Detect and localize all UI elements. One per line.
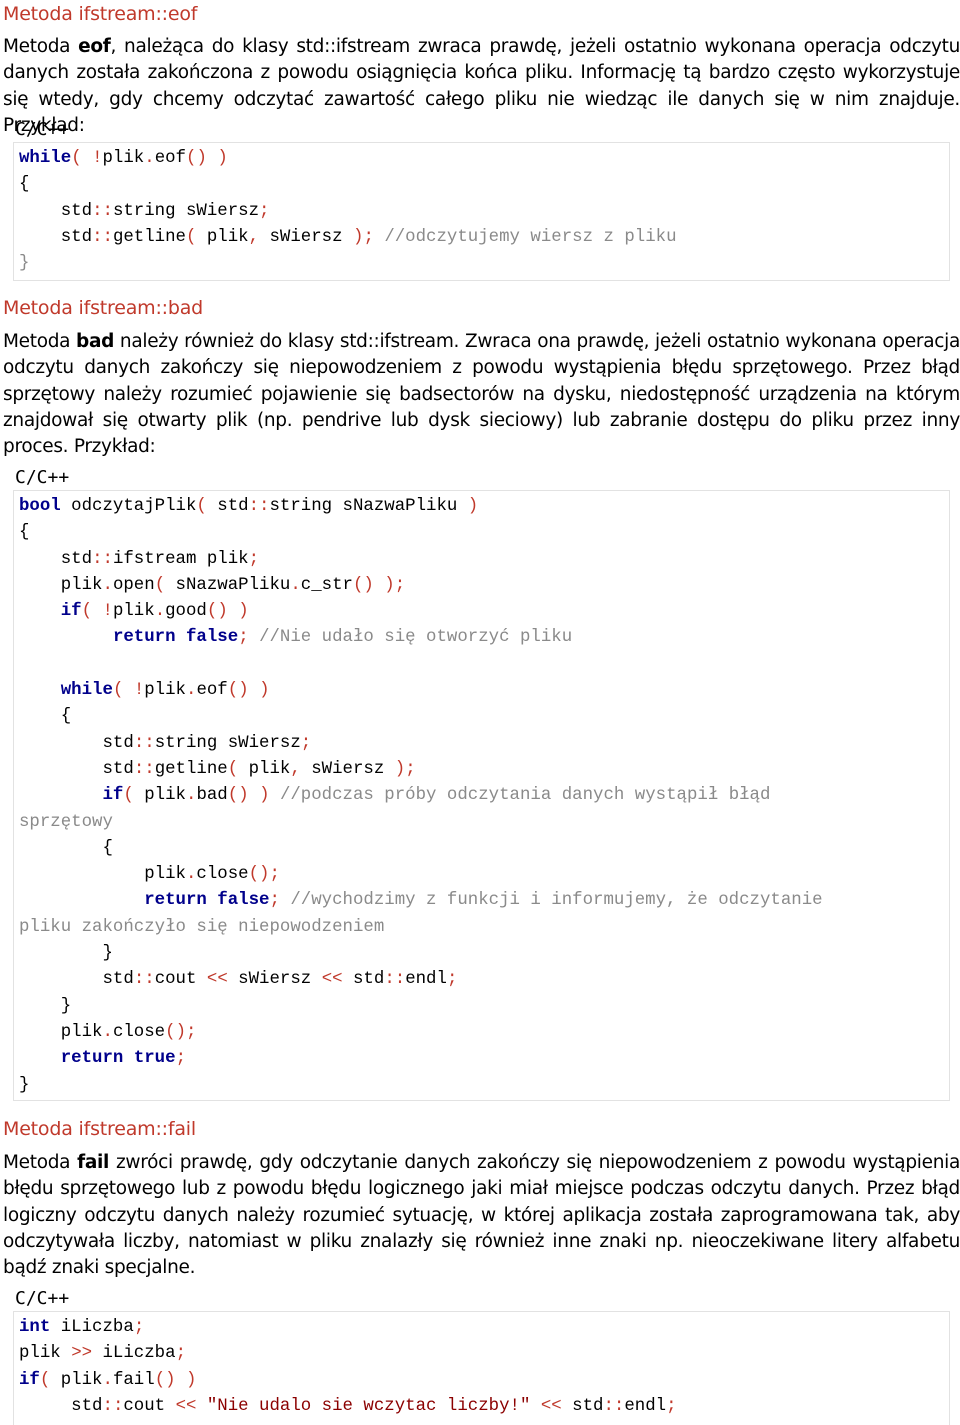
section-title-bad: Metoda ifstream::bad (3, 297, 204, 319)
code-listing-eof: while( !plik.eof() ) { std::string sWier… (19, 149, 677, 274)
code-language-label: C/C++ (15, 1288, 70, 1309)
section-paragraph-eof: Metoda eof, należąca do klasy std::ifstr… (3, 36, 960, 136)
code-language-label: C/C++ (15, 119, 70, 140)
code-listing-bad: bool odczytajPlik( std::string sNazwaPli… (19, 497, 823, 1095)
section-paragraph-bad: Metoda bad należy również do klasy std::… (3, 331, 960, 458)
section-title-fail: Metoda ifstream::fail (3, 1118, 196, 1140)
code-listing-fail: int iLiczba; plik >> iLiczba; if( plik.f… (19, 1318, 677, 1416)
section-title-eof: Metoda ifstream::eof (3, 3, 198, 25)
code-language-label: C/C++ (15, 467, 70, 488)
section-paragraph-fail: Metoda fail zwróci prawdę, gdy odczytani… (3, 1152, 960, 1279)
